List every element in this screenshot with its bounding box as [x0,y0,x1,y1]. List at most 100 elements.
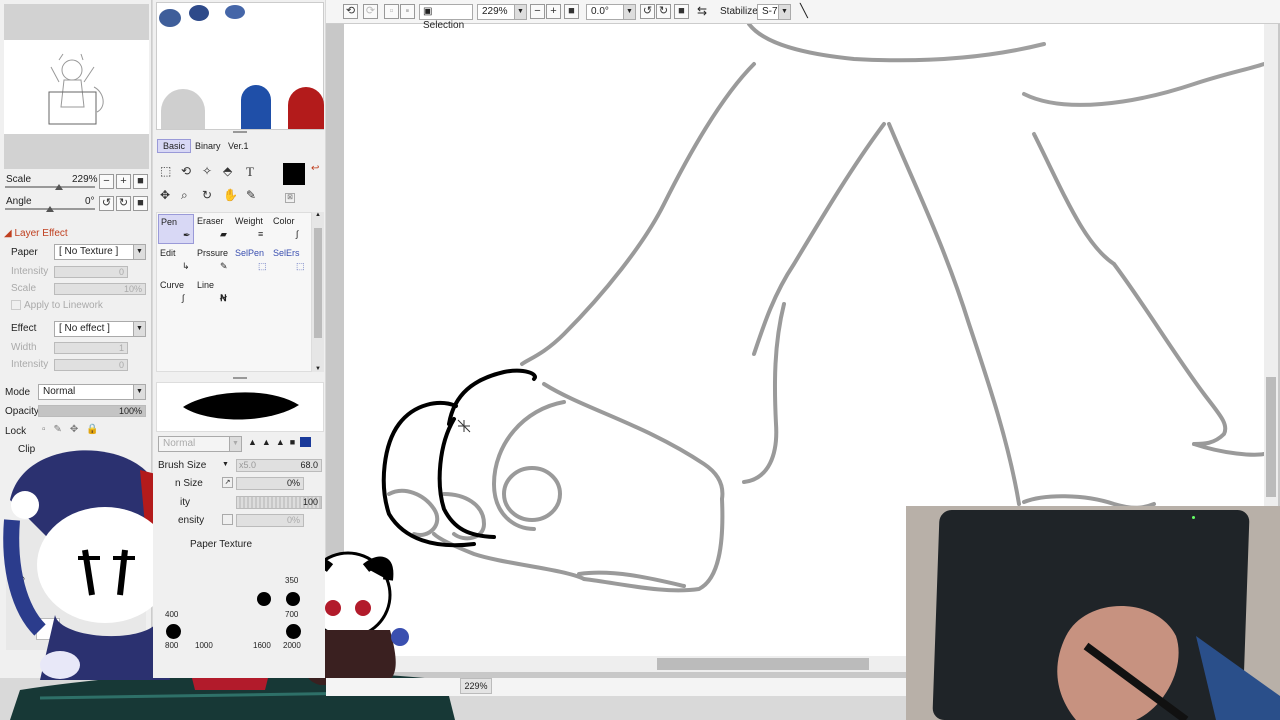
tool-color[interactable]: Color ∫ [272,214,308,244]
scale-up-button[interactable]: + [116,174,131,189]
scale-slider[interactable] [5,186,95,188]
scale-slider-handle[interactable] [55,184,63,190]
min-size-label: n Size [175,478,203,489]
brush-size-dot[interactable] [286,624,301,639]
brush-tabs: Basic Binary Ver.1 [156,139,324,153]
hand-icon[interactable]: ✋ [223,188,238,202]
intensity-label: ensity [178,515,205,526]
tool-pen[interactable]: Pen ✒ [158,214,194,244]
tool-selpen[interactable]: SelPen ⬚ [234,246,270,276]
color-swatch[interactable] [159,9,181,27]
brush-size-presets[interactable]: 350 400 700 800 1000 1600 2000 [160,572,310,652]
invert-selection-button[interactable]: ▪ [400,4,415,19]
bucket-icon[interactable]: ⬘ [223,164,232,178]
splitter[interactable] [233,377,247,379]
brush-size-dot[interactable] [166,624,181,639]
brush-grid-scrollbar-thumb[interactable] [314,228,322,338]
effect-dropdown[interactable]: [ No effect ] ▼ [54,321,146,337]
tab-ver1[interactable]: Ver.1 [228,141,249,151]
tool-eraser[interactable]: Eraser ▰ [196,214,232,244]
navigator-preview[interactable] [4,4,149,169]
angle-value: 0° [85,196,95,207]
effect-intensity-slider[interactable]: 0 [54,359,128,371]
rotate-right-button[interactable]: ↻ [116,196,131,211]
primary-color-swatch[interactable] [283,163,305,185]
swap-colors-icon[interactable]: ↩ [311,163,319,174]
color-mixer[interactable] [156,2,324,130]
tool-selers[interactable]: SelErs ⬚ [272,246,308,276]
lasso-icon[interactable]: ⟲ [181,164,191,178]
zoom-in-button[interactable]: + [546,4,561,19]
paper-scale-slider[interactable]: 10% [54,283,146,295]
apply-linework-checkbox[interactable] [11,300,21,310]
transparent-color-icon[interactable]: ⊠ [285,193,295,203]
vertical-scrollbar-thumb[interactable] [1266,377,1276,497]
min-size-toggle[interactable]: ↗ [222,477,233,488]
collapse-triangle-icon: ◢ [4,228,12,239]
angle-dropdown[interactable]: 0.0° ▼ [586,4,636,20]
min-size-slider[interactable]: 0% [236,477,304,490]
flip-icon[interactable]: ⇆ [697,4,707,18]
selection-toggle[interactable]: ▣ Selection [419,4,473,31]
pen-icon: ✒ [183,230,191,240]
paper-texture-label: Paper Texture [190,539,253,550]
paper-dropdown[interactable]: [ No Texture ] ▼ [54,244,146,260]
move-icon[interactable]: ✥ [160,188,170,202]
brush-size-dot[interactable] [286,592,300,606]
effect-width-slider[interactable]: 1 [54,342,128,354]
stabilizer-dropdown[interactable]: S-7 ▼ [757,4,791,20]
rotate-reset-button[interactable]: ■ [133,196,148,211]
rotate-left-button[interactable]: ↺ [640,4,655,19]
tab-basic[interactable]: Basic [157,139,192,153]
brush-grid-scrollbar[interactable]: ▲ ▼ [312,212,324,372]
angle-slider-handle[interactable] [46,206,54,212]
opacity-slider[interactable]: 100% [38,405,146,417]
paper-intensity-slider[interactable]: 0 [54,266,128,278]
chevron-down-icon: ▼ [133,385,145,399]
brush-shape-buttons[interactable]: ▲▲▲■■ [248,437,311,447]
tool-weight[interactable]: Weight ≡ [234,214,270,244]
color-swatch[interactable] [189,5,209,21]
rotate-right-button[interactable]: ↻ [656,4,671,19]
horizontal-scrollbar-thumb[interactable] [657,658,869,670]
layer-effect-header[interactable]: ◢ Layer Effect [4,228,68,239]
rotate-left-button[interactable]: ↺ [99,196,114,211]
scale-down-button[interactable]: − [99,174,114,189]
brush-size-dot[interactable] [257,592,271,606]
magic-wand-icon[interactable]: ✧ [202,164,212,178]
eyedropper-icon[interactable]: ✎ [246,188,256,202]
stabilizer-label: Stabilizer [720,6,762,17]
color-blob-grey[interactable] [161,89,205,129]
brush-grid: Pen ✒ Eraser ▰ Weight ≡ Color ∫ Edit ↳ P… [156,212,312,372]
tool-pressure[interactable]: Prssure ✎ [196,246,232,276]
color-swatch[interactable] [225,5,245,19]
brush-size-slider[interactable]: x5.0 68.0 [236,459,322,472]
redo-button[interactable]: ⟳ [363,4,378,19]
intensity-slider[interactable]: 0% [236,514,304,527]
tool-curve[interactable]: Curve ∫ [158,278,194,308]
scale-reset-button[interactable]: ■ [133,174,148,189]
paper-label: Paper [11,247,38,258]
rotate-icon[interactable]: ↻ [202,188,212,202]
zoom-out-button[interactable]: − [530,4,545,19]
zoom-dropdown[interactable]: 229% ▼ [477,4,527,20]
zoom-reset-button[interactable]: ■ [564,4,579,19]
color-blob-blue[interactable] [241,85,271,129]
splitter[interactable] [233,131,247,133]
tool-edit[interactable]: Edit ↳ [158,246,194,276]
deselect-button[interactable]: ▫ [384,4,399,19]
straight-line-icon[interactable]: ╲ [800,3,808,19]
zoom-icon[interactable]: ⌕ [181,188,188,203]
undo-button[interactable]: ⟲ [343,4,358,19]
tab-binary[interactable]: Binary [195,141,221,151]
intensity-checkbox[interactable] [222,514,233,525]
chevron-down-icon[interactable]: ▼ [222,461,229,468]
tool-line[interactable]: Line Ꞥ [196,278,232,308]
text-icon[interactable]: T [246,164,254,180]
rotate-reset-button[interactable]: ■ [674,4,689,19]
brush-blend-dropdown[interactable]: Normal ▼ [158,436,242,452]
density-slider[interactable]: 100 [236,496,322,509]
color-blob-red[interactable] [288,87,324,129]
blend-mode-dropdown[interactable]: Normal ▼ [38,384,146,400]
rect-select-icon[interactable]: ⬚ [160,164,171,178]
